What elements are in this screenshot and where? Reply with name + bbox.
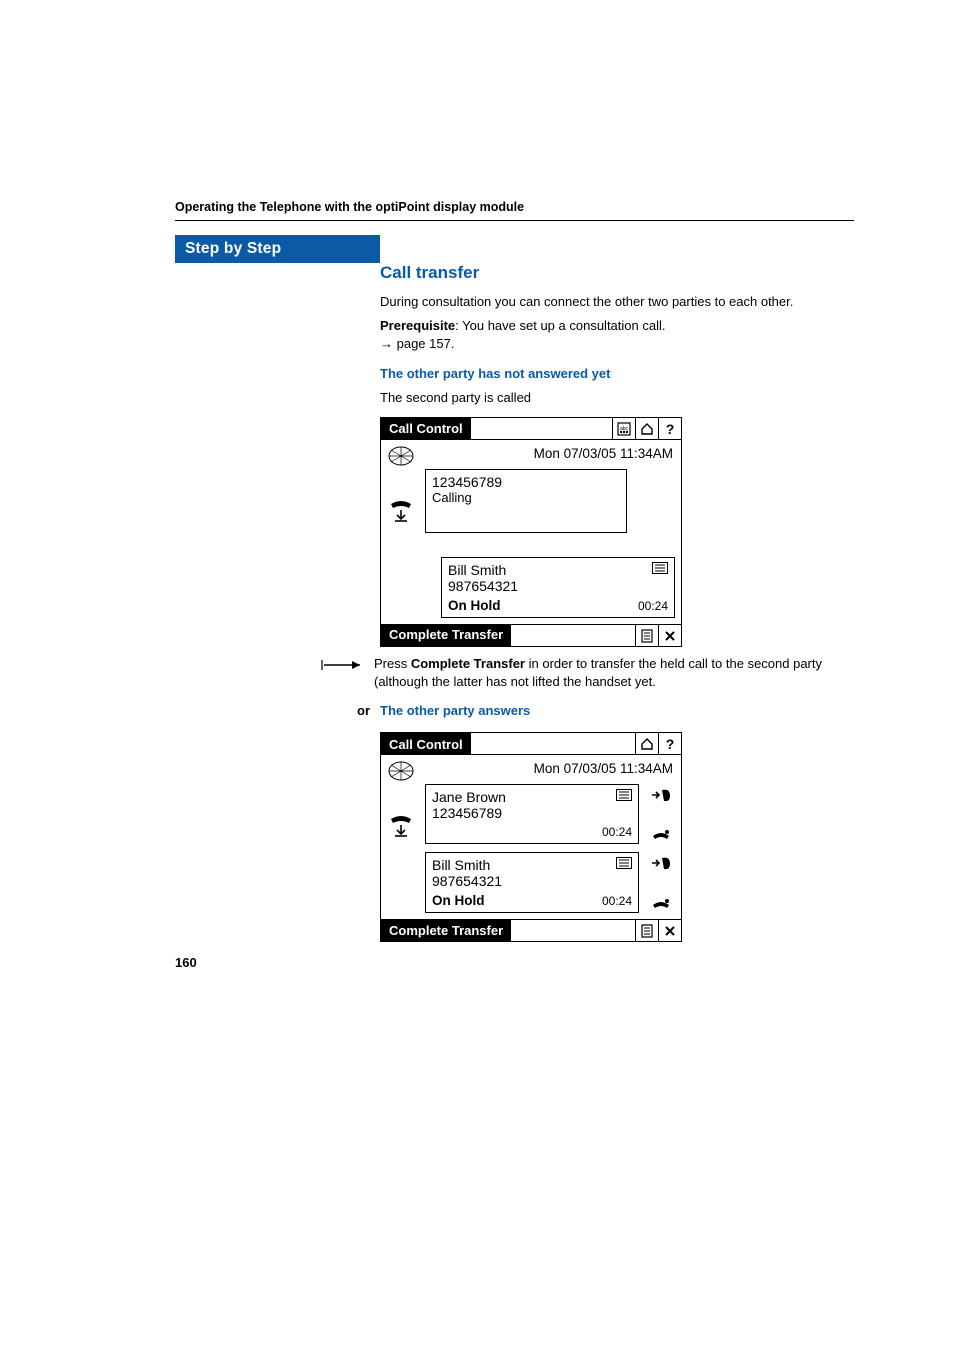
active-timer: 00:24 — [602, 825, 632, 839]
svg-text:?: ? — [666, 737, 675, 751]
press-instruction: Press Complete Transfer in order to tran… — [374, 655, 854, 691]
datetime: Mon 07/03/05 11:34AM — [425, 444, 675, 469]
held-timer: 00:24 — [602, 894, 632, 908]
held-status: On Hold — [432, 893, 485, 908]
active-number: 123456789 — [432, 805, 632, 821]
section-title: Call transfer — [380, 263, 854, 283]
help-icon[interactable]: ? — [658, 733, 681, 755]
prerequisite-text: : You have set up a consultation call. — [455, 318, 665, 333]
close-icon[interactable] — [658, 919, 681, 942]
held-timer: 00:24 — [638, 599, 668, 613]
phone-screen-2: Call Control ? — [380, 732, 682, 942]
page-number: 160 — [175, 955, 197, 970]
logo-icon — [386, 759, 416, 783]
held-box: Bill Smith 987654321 On Hold 00:24 — [441, 557, 675, 618]
held-number: 987654321 — [432, 873, 632, 889]
held-status: On Hold — [448, 598, 501, 613]
list-icon[interactable] — [652, 562, 668, 574]
press-prefix: Press — [374, 656, 411, 671]
hangup-icon[interactable] — [650, 895, 672, 911]
held-name: Bill Smith — [432, 857, 632, 873]
calling-status: Calling — [432, 490, 620, 505]
calling-number: 123456789 — [432, 474, 620, 490]
active-call-box: Jane Brown 123456789 00:24 — [425, 784, 639, 844]
transfer-in-icon[interactable] — [650, 786, 672, 804]
svg-text:?: ? — [666, 422, 675, 436]
press-bold: Complete Transfer — [411, 656, 525, 671]
softkey-arrow-icon — [316, 655, 364, 672]
complete-transfer-button[interactable]: Complete Transfer — [381, 624, 511, 646]
held-number: 987654321 — [448, 578, 668, 594]
handset-down-icon — [387, 498, 415, 524]
arrow-glyph: → — [380, 336, 393, 351]
complete-transfer-button[interactable]: Complete Transfer — [381, 919, 511, 941]
keypad-icon[interactable]: abc — [612, 418, 635, 440]
subheading-answers: The other party answers — [380, 703, 530, 718]
handset-down-icon — [387, 813, 415, 839]
phone-screen-1: Call Control abc ? — [380, 417, 682, 647]
intro-text: During consultation you can connect the … — [380, 293, 854, 311]
close-icon[interactable] — [658, 624, 681, 647]
running-header: Operating the Telephone with the optiPoi… — [175, 200, 854, 214]
step-by-step-banner: Step by Step — [175, 235, 380, 263]
logo-icon — [386, 444, 416, 468]
held-box: Bill Smith 987654321 On Hold 00:24 — [425, 852, 639, 913]
help-icon[interactable]: ? — [658, 418, 681, 440]
subheading-not-answered: The other party has not answered yet — [380, 366, 854, 381]
page-reference: page 157. — [393, 336, 454, 351]
list-icon[interactable] — [616, 789, 632, 801]
hangup-icon[interactable] — [650, 826, 672, 842]
active-name: Jane Brown — [432, 789, 632, 805]
datetime: Mon 07/03/05 11:34AM — [425, 759, 675, 784]
notes-icon[interactable] — [635, 624, 658, 647]
transfer-in-icon[interactable] — [650, 854, 672, 872]
calling-box: 123456789 Calling — [425, 469, 627, 533]
prerequisite-line: Prerequisite: You have set up a consulta… — [380, 317, 854, 353]
second-party-called-text: The second party is called — [380, 389, 854, 407]
list-icon[interactable] — [616, 857, 632, 869]
home-icon[interactable] — [635, 733, 658, 755]
or-label: or — [322, 703, 370, 718]
header-rule — [175, 220, 854, 221]
held-name: Bill Smith — [448, 562, 668, 578]
screen-title: Call Control — [381, 418, 471, 440]
prerequisite-label: Prerequisite — [380, 318, 455, 333]
screen-title: Call Control — [381, 733, 471, 755]
notes-icon[interactable] — [635, 919, 658, 942]
home-icon[interactable] — [635, 418, 658, 440]
